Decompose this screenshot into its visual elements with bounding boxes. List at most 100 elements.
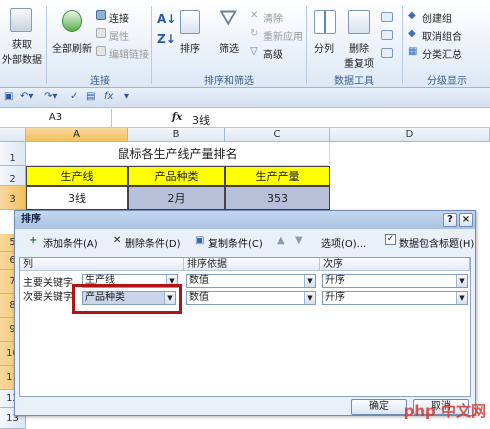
help-button[interactable]: ? bbox=[443, 213, 457, 227]
column-header-d[interactable]: D bbox=[330, 128, 490, 142]
header-cell-production-line[interactable]: 生产线 bbox=[26, 166, 128, 186]
column-header-c[interactable]: C bbox=[225, 128, 330, 142]
secondary-sort-on-value: 数值 bbox=[189, 292, 209, 303]
edit-links-button[interactable]: 编辑链接 bbox=[109, 46, 149, 61]
sort-button[interactable]: 排序 bbox=[180, 40, 200, 55]
column-header-a[interactable]: A bbox=[26, 128, 128, 142]
name-box[interactable]: A3 bbox=[0, 109, 112, 127]
header-cell-product-type[interactable]: 产品种类 bbox=[128, 166, 225, 186]
watermark-text: php 中文网 bbox=[403, 402, 486, 420]
row-header-3[interactable]: 3 bbox=[0, 186, 26, 210]
add-level-button[interactable]: 添加条件(A) bbox=[43, 235, 98, 250]
ungroup-icon: ◆ bbox=[408, 28, 416, 39]
sort-dialog: 排序 ? × + 添加条件(A) ✕ 删除条件(D) ▣ 复制条件(C) ▲ ▼… bbox=[14, 210, 476, 416]
properties-button[interactable]: 属性 bbox=[109, 28, 129, 43]
undo-icon[interactable]: ↶▾ bbox=[20, 91, 33, 102]
secondary-order-select[interactable]: 升序 ▼ bbox=[322, 291, 468, 305]
consolidate-icon bbox=[381, 30, 393, 40]
refresh-all-button[interactable]: 全部刷新 bbox=[52, 40, 92, 55]
filter-funnel-icon: ⛛ bbox=[219, 6, 238, 31]
cell-c3[interactable]: 353 bbox=[225, 186, 330, 210]
database-icon bbox=[10, 8, 32, 32]
group-button[interactable]: 创建组 bbox=[422, 10, 452, 25]
column-header-b[interactable]: B bbox=[128, 128, 225, 142]
reapply-icon: ↻ bbox=[250, 28, 259, 39]
group-label-outline: 分级显示 bbox=[427, 76, 467, 87]
grid-header-column: 列 bbox=[20, 258, 184, 271]
quick-access-toolbar: ▣ ↶▾ ↷▾ ✓ ▤ fx ▾ bbox=[0, 88, 490, 108]
sheet-title-cell[interactable]: 鼠标各生产线产量排名 bbox=[26, 142, 330, 166]
separator bbox=[46, 6, 47, 84]
primary-order-value: 升序 bbox=[325, 275, 345, 286]
spelling-icon[interactable]: ✓ bbox=[70, 91, 78, 102]
delete-level-icon: ✕ bbox=[113, 235, 122, 246]
sort-icon bbox=[180, 10, 200, 34]
sort-za-icon[interactable]: Z↓ bbox=[157, 32, 176, 46]
delete-level-button[interactable]: 删除条件(D) bbox=[125, 235, 181, 250]
row-header-2[interactable]: 2 bbox=[0, 166, 26, 186]
what-if-icon bbox=[381, 48, 393, 58]
grid-header-order: 次序 bbox=[320, 258, 470, 271]
remove-duplicates-icon bbox=[348, 10, 370, 34]
group-icon: ◆ bbox=[408, 10, 416, 21]
text-to-columns-icon bbox=[314, 10, 336, 34]
clear-button[interactable]: 清除 bbox=[263, 10, 283, 25]
filter-button[interactable]: 筛选 bbox=[219, 40, 239, 55]
separator bbox=[402, 6, 403, 84]
remove-duplicates-button[interactable]: 删除 重复项 bbox=[340, 40, 378, 70]
formula-input[interactable]: 3线 bbox=[192, 112, 210, 128]
get-external-label-2: 外部数据 bbox=[2, 55, 42, 66]
primary-order-select[interactable]: 升序 ▼ bbox=[322, 274, 468, 288]
redo-icon[interactable]: ↷▾ bbox=[44, 91, 57, 102]
grid-header-sort-on: 排序依据 bbox=[184, 258, 320, 271]
cell-a3[interactable]: 3线 bbox=[26, 186, 128, 210]
refresh-icon bbox=[62, 10, 82, 32]
advanced-button[interactable]: 高级 bbox=[263, 46, 283, 61]
subtotal-icon: ▦ bbox=[408, 46, 418, 57]
ribbon: 获取 外部数据 全部刷新 连接 属性 编辑链接 连接 A↓ Z↓ 排序 ⛛ 筛选… bbox=[0, 0, 490, 88]
remove-dup-label-1: 删除 bbox=[349, 44, 369, 55]
separator bbox=[151, 6, 152, 84]
get-external-data-button[interactable]: 获取 外部数据 bbox=[0, 36, 44, 66]
secondary-key-label: 次要关键字 bbox=[23, 292, 73, 303]
dialog-title: 排序 bbox=[15, 211, 475, 229]
move-up-button[interactable]: ▲ bbox=[277, 235, 285, 246]
cell-b3[interactable]: 2月 bbox=[128, 186, 225, 210]
options-button[interactable]: 选项(O)... bbox=[321, 235, 366, 250]
customize-qat-icon[interactable]: ▾ bbox=[124, 91, 129, 102]
chevron-down-icon: ▼ bbox=[304, 292, 315, 304]
function-icon[interactable]: fx bbox=[104, 91, 113, 102]
close-button[interactable]: × bbox=[459, 213, 473, 227]
has-header-checkbox[interactable]: ✓ bbox=[385, 234, 396, 245]
select-all-corner[interactable] bbox=[0, 128, 26, 142]
row-header-1[interactable]: 1 bbox=[0, 142, 26, 166]
fx-icon[interactable]: fx bbox=[172, 112, 182, 123]
reapply-button[interactable]: 重新应用 bbox=[263, 28, 303, 43]
group-label-sort-filter: 排序和筛选 bbox=[204, 76, 254, 87]
ok-button[interactable]: 确定 bbox=[351, 399, 407, 415]
copy-level-button[interactable]: 复制条件(C) bbox=[208, 235, 263, 250]
primary-sort-on-select[interactable]: 数值 ▼ bbox=[186, 274, 316, 288]
ungroup-button[interactable]: 取消组合 bbox=[422, 28, 462, 43]
copy-level-icon: ▣ bbox=[195, 235, 205, 246]
secondary-order-value: 升序 bbox=[325, 292, 345, 303]
connections-icon bbox=[96, 10, 106, 20]
connections-button[interactable]: 连接 bbox=[109, 10, 129, 25]
group-label-connections: 连接 bbox=[90, 76, 110, 87]
sort-az-icon[interactable]: A↓ bbox=[157, 12, 176, 26]
header-cell-output[interactable]: 生产产量 bbox=[225, 166, 330, 186]
data-validation-icon bbox=[381, 12, 393, 22]
secondary-sort-on-select[interactable]: 数值 ▼ bbox=[186, 291, 316, 305]
group-label-data-tools: 数据工具 bbox=[334, 76, 374, 87]
save-icon[interactable]: ▣ bbox=[4, 91, 13, 102]
separator bbox=[306, 6, 307, 84]
add-level-icon: + bbox=[29, 235, 38, 246]
get-external-label-1: 获取 bbox=[12, 40, 32, 51]
subtotal-button[interactable]: 分类汇总 bbox=[422, 46, 462, 61]
advanced-icon: ▽ bbox=[250, 46, 258, 57]
text-to-columns-button[interactable]: 分列 bbox=[314, 40, 334, 55]
secondary-column-select[interactable]: 产品种类 ▼ bbox=[82, 291, 176, 305]
chevron-down-icon: ▼ bbox=[456, 275, 467, 287]
move-down-button[interactable]: ▼ bbox=[295, 235, 303, 246]
preview-icon[interactable]: ▤ bbox=[86, 91, 95, 102]
